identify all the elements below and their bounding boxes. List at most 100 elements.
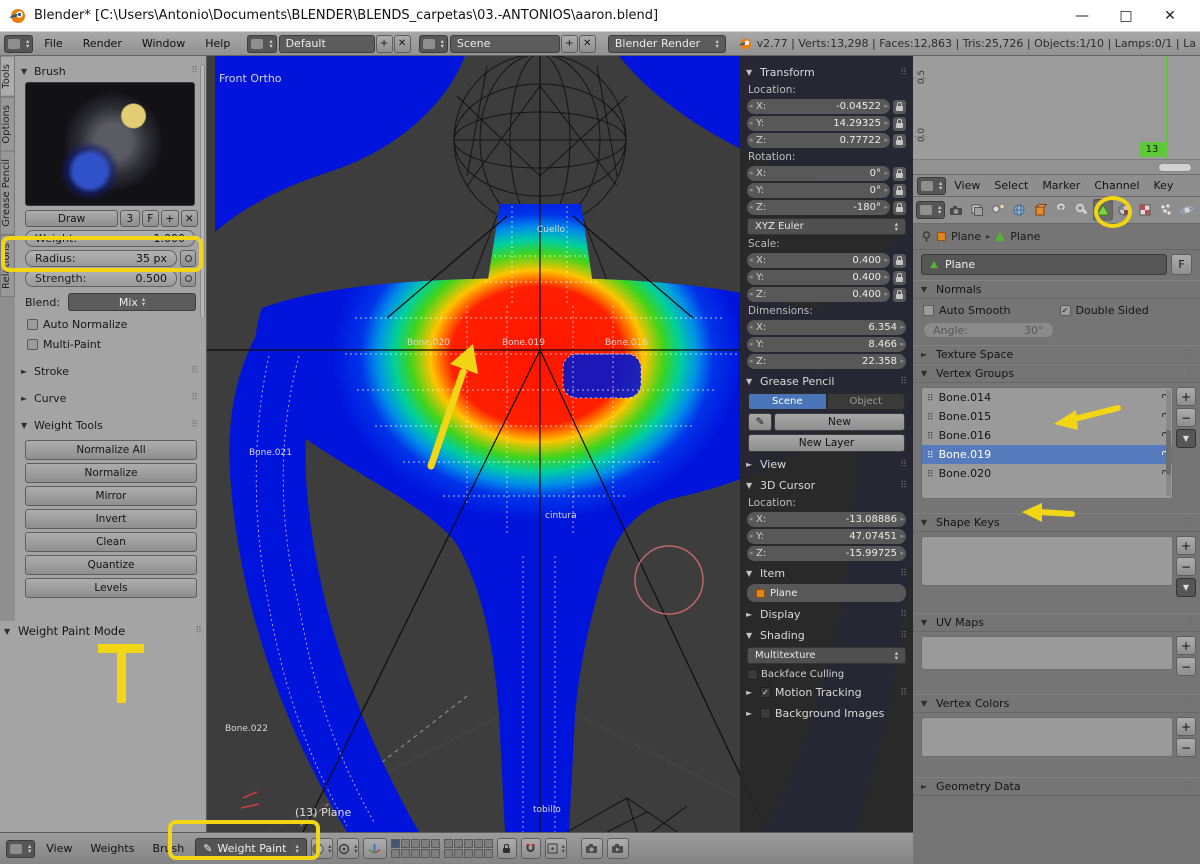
pivot-point-selector[interactable] — [337, 838, 359, 859]
auto-smooth-angle-slider[interactable]: Angle:30° — [923, 322, 1054, 338]
fake-user-button[interactable]: F — [142, 210, 160, 227]
menu-window[interactable]: Window — [133, 37, 194, 50]
brush-users-count[interactable]: 3 — [120, 210, 139, 227]
tab-particles[interactable] — [1156, 199, 1176, 221]
vertex-group-row[interactable]: Bone.020 — [922, 464, 1172, 483]
mesh-name-field[interactable]: Plane — [921, 254, 1167, 275]
snap-element-selector[interactable] — [545, 838, 567, 859]
display-panel-header[interactable]: Display — [740, 606, 913, 623]
background-images-checkbox[interactable] — [760, 708, 771, 719]
auto-smooth-checkbox[interactable] — [923, 305, 934, 316]
lock-location-y[interactable] — [893, 117, 906, 131]
add-layout-button[interactable]: + — [376, 35, 393, 53]
screen-layout-field[interactable]: Default — [279, 35, 375, 53]
tab-relations[interactable]: Relations — [0, 235, 15, 297]
tab-render-layers[interactable] — [967, 199, 987, 221]
vertex-groups-panel-header[interactable]: Vertex Groups — [913, 364, 1200, 383]
snap-magnet-toggle[interactable] — [521, 838, 541, 859]
gp-scene-tab[interactable]: Scene — [748, 393, 827, 410]
background-images-panel-header[interactable]: Background Images — [740, 705, 913, 722]
lock-scale-y[interactable] — [893, 271, 906, 285]
remove-vertex-group-button[interactable]: − — [1176, 408, 1196, 427]
rotation-mode-select[interactable]: XYZ Euler — [747, 218, 906, 235]
dimensions-z-field[interactable]: ◂Z:22.358▸ — [747, 354, 906, 369]
tab-material[interactable] — [1114, 199, 1134, 221]
pin-icon[interactable] — [921, 231, 932, 242]
radius-slider[interactable]: Radius: 35 px — [25, 250, 177, 267]
scale-x-field[interactable]: ◂X:0.400▸ — [747, 253, 890, 268]
add-vertex-group-button[interactable]: + — [1176, 387, 1196, 406]
render-engine-select[interactable]: Blender Render — [608, 35, 726, 53]
tab-modifiers[interactable] — [1072, 199, 1092, 221]
list-scrollbar[interactable] — [1166, 390, 1171, 496]
breadcrumb-object[interactable]: Plane — [951, 230, 981, 243]
texture-space-panel-header[interactable]: Texture Space — [913, 345, 1200, 364]
unlink-brush-button[interactable]: ✕ — [181, 210, 199, 227]
minimize-button[interactable]: — — [1060, 8, 1104, 24]
normalize-all-button[interactable]: Normalize All — [25, 440, 197, 460]
remove-shape-key-button[interactable]: − — [1176, 557, 1196, 576]
brush-preview[interactable] — [25, 82, 195, 206]
vertex-colors-list[interactable] — [921, 717, 1173, 757]
current-frame-line[interactable] — [1166, 56, 1168, 159]
tab-world[interactable] — [1009, 199, 1029, 221]
view-panel-header[interactable]: View — [740, 456, 913, 473]
maximize-button[interactable]: □ — [1104, 8, 1148, 24]
weight-slider[interactable]: Weight: 1.000 — [25, 230, 195, 247]
strength-slider[interactable]: Strength: 0.500 — [25, 270, 177, 287]
tab-object[interactable] — [1030, 199, 1050, 221]
current-frame-badge[interactable]: 13 — [1139, 142, 1165, 157]
dimensions-x-field[interactable]: ◂X:6.354▸ — [747, 320, 906, 335]
lock-scale-z[interactable] — [893, 288, 906, 302]
item-panel-header[interactable]: Item — [740, 565, 913, 582]
menu-view[interactable]: View — [39, 842, 79, 855]
editor-type-selector-properties[interactable] — [916, 201, 945, 219]
location-z-field[interactable]: ◂Z:0.77722▸ — [747, 133, 890, 148]
opengl-render-anim-button[interactable] — [607, 838, 629, 859]
add-vertex-color-button[interactable]: + — [1176, 717, 1196, 736]
geometry-data-panel-header[interactable]: Geometry Data — [913, 777, 1200, 796]
backface-culling-checkbox[interactable] — [747, 669, 758, 680]
menu-key[interactable]: Key — [1148, 179, 1180, 192]
gp-new-button[interactable]: New — [774, 413, 905, 431]
timeline-scrollbar[interactable] — [913, 159, 1200, 175]
viewport-3d[interactable]: Bone.020 Bone.019 Bone.016 Bone.021 Bone… — [207, 56, 913, 832]
location-y-field[interactable]: ◂Y:14.29325▸ — [747, 116, 890, 131]
motion-tracking-panel-header[interactable]: Motion Tracking — [740, 684, 913, 701]
lock-rotation-y[interactable] — [893, 184, 906, 198]
location-x-field[interactable]: ◂X:-0.04522▸ — [747, 99, 890, 114]
viewport-shading-selector[interactable] — [311, 838, 333, 859]
dimensions-y-field[interactable]: ◂Y:8.466▸ — [747, 337, 906, 352]
weight-tools-panel-header[interactable]: Weight Tools — [21, 416, 198, 434]
gp-object-tab[interactable]: Object — [827, 393, 906, 410]
dope-sheet-view[interactable]: 0.5 0.0 13 — [913, 56, 1200, 175]
gp-draw-icon-button[interactable]: ✎ — [748, 413, 772, 431]
vertex-colors-panel-header[interactable]: Vertex Colors — [913, 694, 1200, 713]
menu-view[interactable]: View — [948, 179, 986, 192]
delete-scene-button[interactable]: ✕ — [579, 35, 596, 53]
tab-scene[interactable] — [988, 199, 1008, 221]
rotation-x-field[interactable]: ◂X:0°▸ — [747, 166, 890, 181]
shading-mode-select[interactable]: Multitexture — [747, 647, 906, 664]
remove-uv-map-button[interactable]: − — [1176, 657, 1196, 676]
tab-texture[interactable] — [1135, 199, 1155, 221]
brush-panel-header[interactable]: Brush — [21, 62, 198, 80]
lock-scale-x[interactable] — [893, 254, 906, 268]
lock-location-x[interactable] — [893, 100, 906, 114]
brush-tool-button[interactable]: Draw — [25, 210, 118, 227]
grease-pencil-panel-header[interactable]: Grease Pencil — [740, 373, 913, 390]
scale-y-field[interactable]: ◂Y:0.400▸ — [747, 270, 890, 285]
menu-file[interactable]: File — [35, 37, 71, 50]
opengl-render-button[interactable] — [581, 838, 603, 859]
gp-new-layer-button[interactable]: New Layer — [748, 434, 905, 452]
lock-camera-toggle[interactable] — [497, 838, 517, 859]
shape-keys-panel-header[interactable]: Shape Keys — [913, 513, 1200, 532]
vertex-group-row[interactable]: Bone.016 — [922, 426, 1172, 445]
shading-panel-header[interactable]: Shading — [740, 627, 913, 644]
timeline-scroll-handle[interactable] — [1158, 163, 1192, 172]
rotation-y-field[interactable]: ◂Y:0°▸ — [747, 183, 890, 198]
quantize-button[interactable]: Quantize — [25, 555, 197, 575]
editor-type-selector-info[interactable] — [4, 35, 33, 53]
curve-panel-header[interactable]: Curve — [21, 389, 198, 407]
transform-panel-header[interactable]: Transform — [740, 64, 913, 81]
